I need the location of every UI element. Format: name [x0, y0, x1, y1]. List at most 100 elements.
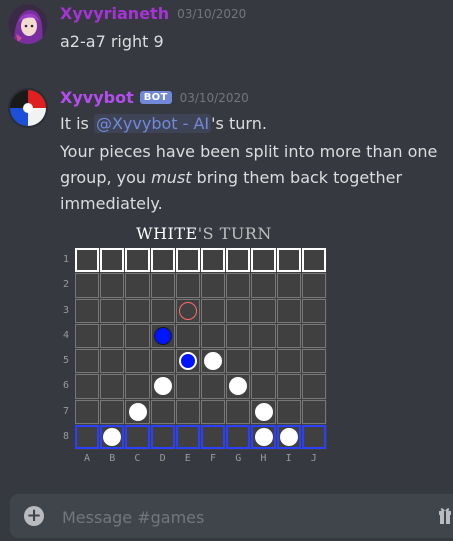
- board-cell: [301, 248, 326, 273]
- board-cell: [150, 248, 175, 273]
- board-cell: [125, 298, 150, 323]
- emphasis-text: must: [151, 168, 192, 187]
- board-cell: [251, 374, 276, 399]
- gift-icon[interactable]: [439, 506, 451, 526]
- message-input[interactable]: [60, 504, 424, 530]
- file-label: I: [285, 453, 292, 464]
- rank-label: 2: [63, 279, 70, 291]
- timestamp: 03/10/2020: [179, 90, 249, 105]
- board-cell: [226, 273, 251, 298]
- board-cell: [301, 374, 326, 399]
- board-cell: [201, 323, 226, 348]
- board-cell: [301, 399, 326, 424]
- board-cell: [175, 399, 200, 424]
- board-cell: [276, 323, 301, 348]
- message-header: Xyvybot BOT 03/10/2020: [60, 88, 249, 107]
- board-cell: [276, 374, 301, 399]
- board-cell: [150, 349, 175, 374]
- board-cell: [251, 248, 276, 273]
- board-cell: [150, 298, 175, 323]
- board-cell: [251, 323, 276, 348]
- board-cell: [251, 349, 276, 374]
- board-title-rest: 'S TURN: [197, 224, 272, 243]
- message-line-2: Your pieces have been split into more th…: [60, 142, 438, 161]
- bot-badge: BOT: [139, 91, 172, 104]
- message-composer: +: [10, 494, 453, 538]
- file-label: C: [134, 453, 141, 464]
- file-label: E: [184, 453, 191, 464]
- board-cell: [75, 424, 100, 449]
- board-cell: [150, 399, 175, 424]
- add-attachment-button[interactable]: +: [24, 506, 44, 526]
- board-cell: [125, 273, 150, 298]
- board-cell: [201, 424, 226, 449]
- timestamp: 03/10/2020: [177, 6, 247, 21]
- board-cell: [75, 298, 100, 323]
- file-label: B: [109, 453, 116, 464]
- rank-label: 5: [63, 355, 70, 366]
- white-piece: [279, 427, 298, 446]
- board-cell: [226, 248, 251, 273]
- board-cell: [201, 298, 226, 323]
- white-piece: [153, 377, 172, 396]
- board-cell: [276, 349, 301, 374]
- text-segment: bring them back together: [191, 168, 403, 187]
- board-cell: [150, 273, 175, 298]
- white-piece: [254, 427, 273, 446]
- board-cell: [75, 248, 100, 273]
- game-board-image[interactable]: WHITE'S TURN 1 2 3 4 5 6 7 8 A B C D E F G H I J: [60, 224, 348, 474]
- rank-label: 7: [63, 405, 70, 417]
- selected-blue-piece: [178, 352, 197, 371]
- board-cell: [201, 374, 226, 399]
- board-cell: [276, 273, 301, 298]
- board-cell: [75, 273, 100, 298]
- file-label: G: [235, 453, 242, 464]
- message-line-1: It is @Xyvybot - AI's turn.: [60, 112, 267, 136]
- rank-label: 4: [63, 329, 70, 341]
- board-cell: [301, 349, 326, 374]
- bot-username[interactable]: Xyvybot: [60, 88, 134, 107]
- username[interactable]: Xyvyrianeth: [60, 4, 169, 23]
- board-cell: [125, 248, 150, 273]
- board-cell: [175, 374, 200, 399]
- board-cell: [226, 349, 251, 374]
- board-cell: [150, 424, 175, 449]
- board-cell: [75, 374, 100, 399]
- board-grid: [75, 248, 327, 450]
- message-line-4: immediately.: [60, 194, 163, 213]
- board-cell: [226, 298, 251, 323]
- text-segment: 's turn.: [211, 114, 267, 133]
- bot-avatar[interactable]: [8, 88, 48, 128]
- text-segment: It is: [60, 114, 94, 133]
- rank-label: 8: [63, 430, 70, 442]
- target-marker: [178, 301, 197, 320]
- board-cell: [201, 248, 226, 273]
- user-mention[interactable]: @Xyvybot - AI: [93, 114, 212, 133]
- board-cell: [276, 399, 301, 424]
- message-line-3: group, you must bring them back together: [60, 166, 402, 190]
- white-piece: [254, 402, 273, 421]
- board-cell: [201, 273, 226, 298]
- board-cell: [175, 273, 200, 298]
- user-avatar[interactable]: [8, 4, 48, 44]
- file-label: H: [260, 453, 267, 464]
- board-cell: [201, 399, 226, 424]
- board-cell: [301, 273, 326, 298]
- board-cell: [301, 424, 326, 449]
- file-label: J: [310, 453, 317, 464]
- board-cell: [226, 399, 251, 424]
- board-cell: [125, 424, 150, 449]
- board-cell: [100, 349, 125, 374]
- file-label: F: [210, 453, 217, 464]
- board-cell: [251, 298, 276, 323]
- board-cell: [75, 399, 100, 424]
- board-title: WHITE'S TURN: [60, 224, 348, 243]
- blue-piece: [153, 326, 172, 345]
- board-cell: [125, 349, 150, 374]
- board-cell: [175, 424, 200, 449]
- board-cell: [100, 323, 125, 348]
- board-cell: [175, 323, 200, 348]
- board-cell: [226, 424, 251, 449]
- file-label: D: [159, 453, 166, 464]
- board-title-white: WHITE: [136, 224, 198, 243]
